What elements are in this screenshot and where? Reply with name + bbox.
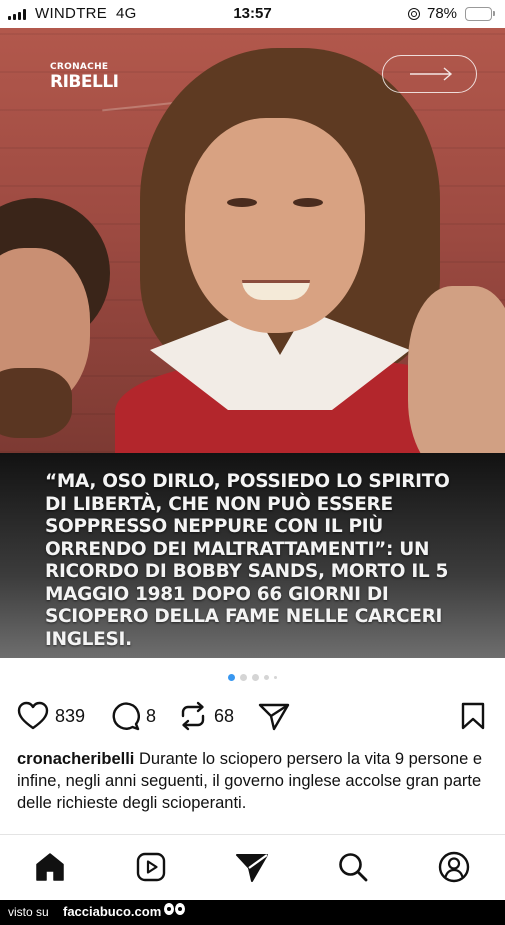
nav-send[interactable]	[235, 850, 269, 884]
nav-search[interactable]	[336, 850, 370, 884]
nav-reels[interactable]	[134, 850, 168, 884]
battery-icon	[465, 7, 495, 21]
post-caption: cronacheribelli Durante lo sciopero pers…	[17, 748, 487, 814]
post-image[interactable]: CRONACHE RIBELLI “MA, OSO DIRLO, POSSIED…	[0, 28, 505, 658]
quote-panel: “MA, OSO DIRLO, POSSIEDO LO SPIRITO DI L…	[0, 453, 505, 658]
bottom-nav	[0, 835, 505, 900]
watermark-bar: visto su facciabuco.com	[0, 900, 505, 925]
nav-profile[interactable]	[437, 850, 471, 884]
battery-percent: 78%	[427, 5, 458, 22]
next-slide-button[interactable]	[382, 55, 477, 93]
status-bar: WINDTRE 4G 13:57 78%	[0, 0, 505, 28]
heart-icon	[17, 701, 49, 730]
bookmark-icon	[461, 702, 485, 730]
arrow-right-icon	[410, 67, 453, 81]
carousel-dot	[240, 674, 247, 681]
repost-icon	[181, 701, 205, 731]
carousel-dot	[252, 674, 259, 681]
watermark-logo	[164, 903, 185, 915]
like-count: 839	[55, 705, 86, 726]
action-bar: 839 8 68	[0, 698, 505, 734]
watermark-prefix: visto su	[8, 905, 49, 919]
nav-home[interactable]	[33, 850, 67, 884]
search-icon	[339, 853, 368, 882]
reels-icon	[136, 852, 166, 882]
carousel-indicator	[0, 674, 505, 681]
carousel-dot	[228, 674, 235, 681]
comment-button[interactable]: 8	[110, 698, 156, 734]
send-icon	[236, 854, 268, 882]
like-button[interactable]: 839	[17, 698, 85, 734]
repost-button[interactable]: 68	[178, 698, 234, 734]
repost-count: 68	[214, 705, 235, 726]
rotation-lock-icon	[408, 8, 420, 20]
post-quote: “MA, OSO DIRLO, POSSIEDO LO SPIRITO DI L…	[45, 471, 450, 650]
save-button[interactable]	[460, 702, 486, 735]
carousel-dot	[274, 676, 277, 679]
share-icon	[258, 703, 290, 731]
caption-username[interactable]: cronacheribelli	[17, 750, 134, 768]
home-icon	[36, 853, 64, 881]
profile-icon	[438, 851, 470, 883]
watermark-site: facciabuco.com	[63, 904, 162, 919]
comment-count: 8	[146, 705, 157, 726]
brand-logo: CRONACHE RIBELLI	[50, 62, 119, 92]
share-button[interactable]	[258, 698, 290, 734]
carousel-dot	[264, 675, 269, 680]
comment-icon	[112, 702, 140, 731]
photo-person-left	[0, 198, 130, 453]
